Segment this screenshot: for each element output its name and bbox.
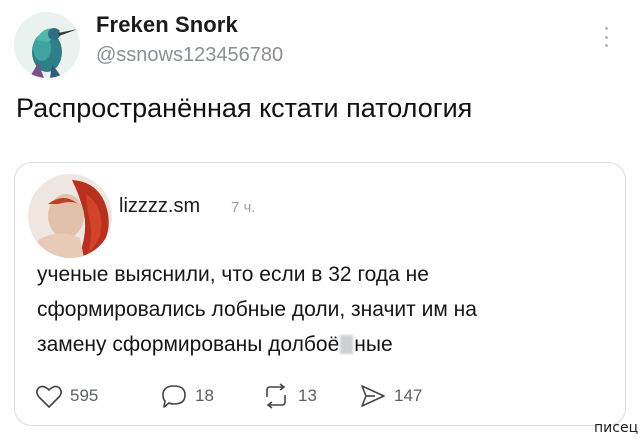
quoted-text-line: ученые выяснили, что если в 32 года не: [37, 263, 429, 286]
portrait-avatar-image: [28, 174, 112, 258]
repost-button[interactable]: 13: [261, 381, 317, 411]
action-bar: 595 18 13 147: [29, 381, 449, 411]
quoted-post-time[interactable]: 7 ч.: [231, 199, 256, 216]
quoted-author-avatar[interactable]: [28, 174, 112, 258]
views-count: 147: [394, 386, 423, 405]
reply-icon: [162, 385, 186, 408]
hummingbird-avatar-image: [14, 12, 80, 78]
post-text: Распространённая кстати патология: [16, 93, 473, 123]
repost-icon: [266, 383, 286, 409]
quoted-text-line: замену сформированы долбоё ные: [37, 327, 607, 362]
author-name[interactable]: Freken Snork: [96, 12, 238, 38]
more-icon[interactable]: [598, 24, 614, 50]
quoted-text-fragment: ные: [354, 333, 393, 356]
quoted-text-fragment: замену сформированы долбоё: [37, 333, 340, 356]
views-button[interactable]: 147: [359, 381, 422, 411]
heart-icon: [36, 385, 62, 408]
quoted-post-card[interactable]: lizzzz.sm 7 ч. ученые выяснили, что если…: [14, 162, 626, 426]
like-button[interactable]: 595: [35, 381, 98, 411]
quoted-post-text: ученые выяснили, что если в 32 года не с…: [37, 257, 607, 362]
author-avatar[interactable]: [14, 12, 80, 78]
views-icon: [361, 385, 385, 407]
quoted-text-line: сформировались лобные доли, значит им на: [37, 298, 477, 321]
like-count: 595: [70, 386, 99, 405]
repost-count: 13: [298, 386, 317, 405]
reply-count: 18: [195, 386, 214, 405]
author-handle[interactable]: @ssnows123456780: [96, 44, 283, 67]
censor-blur: [340, 335, 354, 354]
reply-button[interactable]: 18: [160, 381, 214, 411]
watermark: писец: [594, 420, 639, 436]
post: Freken Snork @ssnows123456780 Распростра…: [0, 0, 640, 440]
quoted-author-name[interactable]: lizzzz.sm: [119, 195, 200, 218]
